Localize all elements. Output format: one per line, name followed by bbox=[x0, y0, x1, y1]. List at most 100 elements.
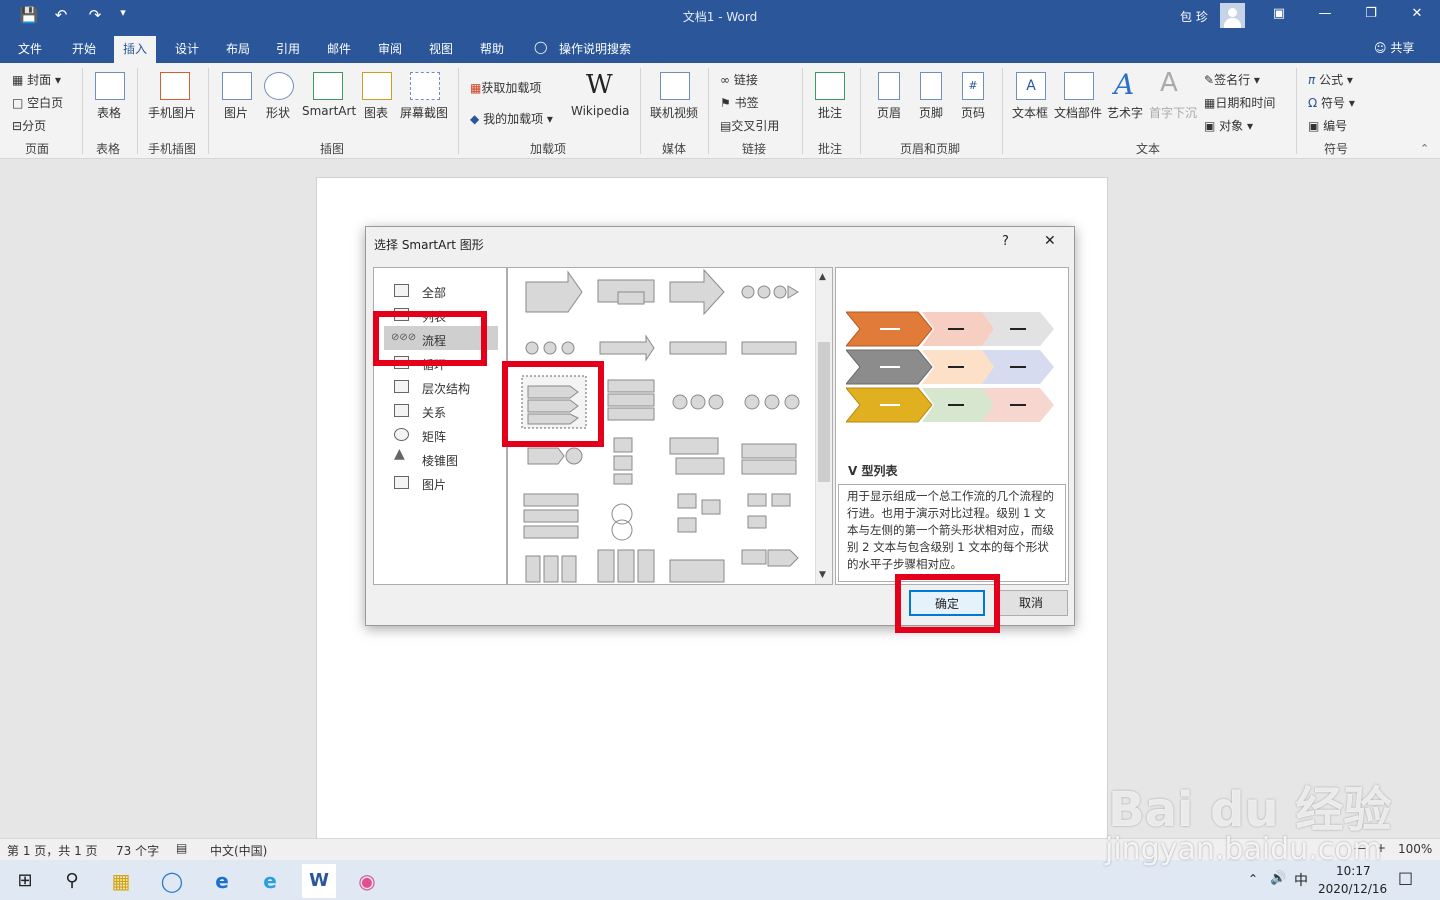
shapes-button[interactable]: 形状 bbox=[266, 104, 290, 121]
picture-icon[interactable] bbox=[222, 72, 252, 100]
cross-reference-button[interactable]: ▤交叉引用 bbox=[720, 117, 779, 134]
ribbon-display-icon[interactable]: ▣ bbox=[1264, 6, 1294, 21]
numbering-icon: ▣ bbox=[1308, 119, 1320, 133]
table-icon[interactable] bbox=[95, 72, 125, 100]
phone-picture-icon[interactable] bbox=[160, 72, 190, 100]
tab-insert[interactable]: 插入 bbox=[114, 36, 157, 63]
get-addins-button[interactable]: ▦获取加载项 bbox=[470, 79, 541, 96]
close-icon[interactable]: ✕ bbox=[1044, 233, 1056, 249]
tab-layout[interactable]: 布局 bbox=[226, 40, 250, 57]
word-count[interactable]: 73 个字 bbox=[116, 842, 159, 859]
footer-button[interactable]: 页脚 bbox=[919, 104, 943, 121]
ie-icon[interactable]: e bbox=[253, 864, 287, 898]
edge-icon[interactable]: e bbox=[205, 864, 239, 898]
textbox-icon[interactable]: A bbox=[1016, 72, 1046, 100]
wikipedia-button[interactable]: Wikipedia bbox=[571, 104, 630, 118]
share-button[interactable]: ☺ 共享 bbox=[1374, 39, 1414, 56]
symbol-button[interactable]: Ω 符号 ▾ bbox=[1308, 94, 1355, 111]
object-button[interactable]: ▣ 对象 ▾ bbox=[1204, 117, 1253, 134]
footer-icon[interactable] bbox=[920, 72, 942, 100]
tab-review[interactable]: 审阅 bbox=[378, 40, 402, 57]
tray-chevron-icon[interactable]: ⌃ bbox=[1248, 872, 1258, 886]
shapes-icon[interactable] bbox=[264, 72, 294, 100]
screenshot-icon[interactable] bbox=[410, 72, 440, 100]
header-button[interactable]: 页眉 bbox=[877, 104, 901, 121]
restore-icon[interactable]: ❐ bbox=[1356, 6, 1386, 21]
comment-button[interactable]: 批注 bbox=[818, 104, 842, 121]
tab-help[interactable]: 帮助 bbox=[480, 40, 504, 57]
language[interactable]: 中文(中国) bbox=[210, 842, 267, 859]
page-number-icon[interactable]: # bbox=[962, 72, 984, 100]
tab-design[interactable]: 设计 bbox=[175, 40, 199, 57]
numbering-button[interactable]: ▣ 编号 bbox=[1308, 117, 1347, 134]
drop-cap-button[interactable]: 首字下沉 bbox=[1149, 104, 1197, 121]
file-explorer-icon[interactable]: ▦ bbox=[104, 864, 138, 898]
chart-button[interactable]: 图表 bbox=[364, 104, 388, 121]
online-video-button[interactable]: 联机视频 bbox=[650, 104, 698, 121]
zoom-level[interactable]: 100% bbox=[1398, 842, 1432, 856]
picture-button[interactable]: 图片 bbox=[224, 104, 248, 121]
tab-view[interactable]: 视图 bbox=[429, 40, 453, 57]
word-taskbar-icon[interactable]: W bbox=[302, 864, 336, 898]
equation-button[interactable]: π 公式 ▾ bbox=[1308, 71, 1353, 88]
tab-mailings[interactable]: 邮件 bbox=[327, 40, 351, 57]
category-pyramid[interactable]: 棱锥图 bbox=[422, 452, 458, 469]
quick-parts-icon[interactable] bbox=[1064, 72, 1094, 100]
smartart-icon[interactable] bbox=[313, 72, 343, 100]
chart-icon[interactable] bbox=[362, 72, 392, 100]
smartart-button[interactable]: SmartArt bbox=[302, 104, 356, 118]
close-icon[interactable]: ✕ bbox=[1402, 6, 1432, 21]
category-relationship[interactable]: 关系 bbox=[422, 404, 446, 421]
proofing-icon[interactable]: ▤ bbox=[176, 841, 187, 855]
minimize-icon[interactable]: — bbox=[1310, 6, 1340, 21]
collapse-ribbon-icon[interactable]: ⌃ bbox=[1420, 142, 1429, 155]
scroll-up-icon[interactable]: ▲ bbox=[819, 272, 826, 282]
avatar[interactable] bbox=[1220, 3, 1245, 28]
wordart-icon[interactable]: A bbox=[1114, 68, 1134, 101]
cancel-button[interactable]: 取消 bbox=[994, 590, 1068, 616]
textbox-button[interactable]: 文本框 bbox=[1012, 104, 1048, 121]
my-addins-button[interactable]: ◆ 我的加载项 ▾ bbox=[470, 110, 553, 127]
drop-cap-icon[interactable]: A bbox=[1160, 68, 1178, 98]
notification-icon[interactable]: □ bbox=[1398, 868, 1413, 887]
app-drop-icon[interactable]: ◉ bbox=[350, 864, 384, 898]
cover-page-button[interactable]: ▦ 封面 ▾ bbox=[12, 71, 61, 88]
tab-file[interactable]: 文件 bbox=[18, 40, 42, 57]
ime-indicator[interactable]: 中 bbox=[1294, 870, 1308, 890]
category-all[interactable]: 全部 bbox=[422, 284, 446, 301]
tell-me-search[interactable]: 操作说明搜索 bbox=[559, 40, 631, 57]
category-picture[interactable]: 图片 bbox=[422, 476, 446, 493]
quick-parts-button[interactable]: 文档部件 bbox=[1054, 104, 1102, 121]
page-number-button[interactable]: 页码 bbox=[961, 104, 985, 121]
browser-icon[interactable]: ◯ bbox=[155, 864, 189, 898]
start-windows-icon[interactable]: ⊞ bbox=[8, 864, 42, 898]
wordart-button[interactable]: 艺术字 bbox=[1107, 104, 1143, 121]
search-icon[interactable]: ⚲ bbox=[55, 864, 89, 898]
category-matrix[interactable]: 矩阵 bbox=[422, 428, 446, 445]
page-count[interactable]: 第 1 页，共 1 页 bbox=[7, 842, 98, 859]
bookmark-button[interactable]: ⚑ 书签 bbox=[720, 94, 759, 111]
scroll-down-icon[interactable]: ▼ bbox=[819, 570, 826, 580]
volume-icon[interactable]: 🔊 bbox=[1270, 871, 1286, 886]
help-button[interactable]: ? bbox=[1002, 234, 1009, 249]
link-button[interactable]: ∞ 链接 bbox=[720, 71, 758, 88]
gallery-scrollbar[interactable]: ▲ ▼ bbox=[815, 268, 832, 584]
date-time-button[interactable]: ▦日期和时间 bbox=[1204, 94, 1275, 111]
tab-home[interactable]: 开始 bbox=[72, 40, 96, 57]
layout-thumb bbox=[741, 443, 797, 475]
category-hierarchy[interactable]: 层次结构 bbox=[422, 380, 470, 397]
header-icon[interactable] bbox=[878, 72, 900, 100]
signature-line-button[interactable]: ✎签名行 ▾ bbox=[1204, 71, 1260, 88]
user-name[interactable]: 包 珍 bbox=[1180, 8, 1208, 25]
online-video-icon[interactable] bbox=[660, 72, 690, 100]
page-break-button[interactable]: ⊟分页 bbox=[12, 117, 46, 134]
clock-date[interactable]: 2020/12/16 bbox=[1318, 882, 1387, 896]
phone-picture-button[interactable]: 手机图片 bbox=[148, 104, 196, 121]
table-button[interactable]: 表格 bbox=[97, 104, 121, 121]
blank-page-button[interactable]: □ 空白页 bbox=[12, 94, 63, 111]
comment-icon[interactable] bbox=[815, 72, 845, 100]
screenshot-button[interactable]: 屏幕截图 bbox=[400, 104, 448, 121]
tab-references[interactable]: 引用 bbox=[276, 40, 300, 57]
scroll-thumb[interactable] bbox=[818, 342, 830, 482]
wikipedia-icon[interactable]: W bbox=[586, 70, 613, 100]
